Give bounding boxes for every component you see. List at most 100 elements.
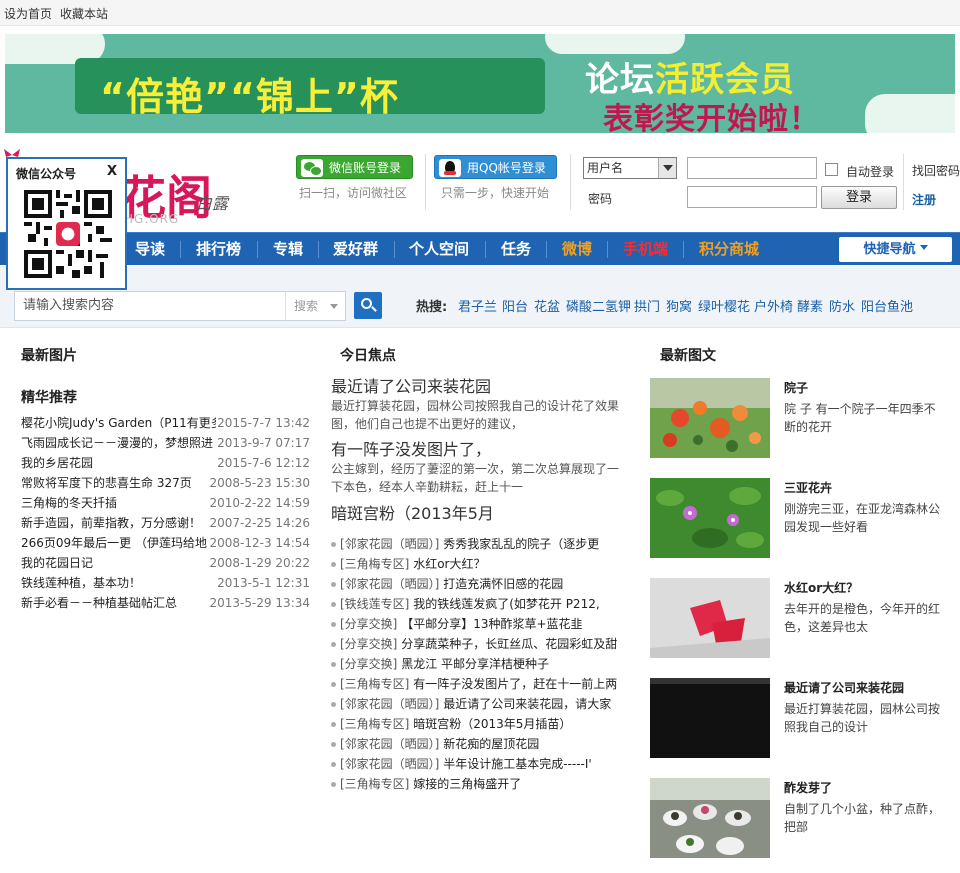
thread-row-content[interactable]: [分享交换] 【平邮分享】13种酢浆草+蓝花韭 [340,615,583,633]
hot-search-item[interactable]: 防水 [829,296,855,315]
thread-row-content[interactable]: [分享交换] 黑龙江 平邮分享洋桔梗种子 [340,655,549,673]
thread-title[interactable]: 黑龙江 平邮分享洋桔梗种子 [401,657,549,671]
post-title[interactable]: 三亚花卉 [784,479,832,496]
featured-title-link[interactable]: 我的花园日记 [21,554,216,572]
featured-title-link[interactable]: 飞雨园成长记－－漫漫的，梦想照进 [21,434,216,452]
hot-search-item[interactable]: 酵素 [797,296,823,315]
featured-title-link[interactable]: 樱花小院Judy's Garden（P11有更多 [21,414,216,432]
focus-headline[interactable]: 暗斑宫粉（2013年5月 [331,500,494,524]
thread-row-content[interactable]: [邻家花园（晒园）] 秀秀我家乱乱的院子（逐步更 [340,535,599,553]
thread-row[interactable]: [邻家花园（晒园）] 秀秀我家乱乱的院子（逐步更 [331,535,618,553]
featured-row[interactable]: 我的花园日记 2008-1-29 20:22 [21,554,310,572]
search-button[interactable] [354,292,382,319]
thread-row[interactable]: [邻家花园（晒园）] 最近请了公司来装花园，请大家 [331,695,618,713]
thread-category[interactable]: [邻家花园（晒园）] [340,537,439,551]
thread-category[interactable]: [三角梅专区] [340,677,409,691]
hot-search-item[interactable]: 磷酸二氢钾 [566,296,631,315]
site-logo[interactable]: 花阁 白露 HG.ORG [120,160,250,230]
nav-item-mobile[interactable]: 手机端 [623,233,668,266]
thread-title[interactable]: 有一阵子没发图片了，赶在十一前上两 [413,677,617,691]
thread-category[interactable]: [三角梅专区] [340,717,409,731]
thread-title[interactable]: 分享蔬菜种子，长豇丝瓜、花园彩虹及甜 [401,637,617,651]
nav-item-points-mall[interactable]: 积分商城 [699,233,759,266]
thread-row[interactable]: [三角梅专区] 水红or大红？ [331,555,618,573]
nav-item-weibo[interactable]: 微博 [562,233,592,266]
thread-category[interactable]: [邻家花园（晒园）] [340,577,439,591]
thread-category[interactable]: [铁线莲专区] [340,597,409,611]
thread-row-content[interactable]: [三角梅专区] 嫁接的三角梅盛开了 [340,775,521,793]
nav-item-tasks[interactable]: 任务 [501,233,531,266]
hot-search-item[interactable]: 狗窝 [666,296,692,315]
thread-row[interactable]: [三角梅专区] 嫁接的三角梅盛开了 [331,775,618,793]
auto-login-checkbox[interactable] [825,163,838,176]
post-title[interactable]: 院子 [784,379,808,396]
featured-row[interactable]: 我的乡居花园 2015-7-6 12:12 [21,454,310,472]
nav-item-albums[interactable]: 专辑 [273,233,303,266]
thread-title[interactable]: 我的铁线莲发疯了(如梦花开 P212, [413,597,599,611]
thread-category[interactable]: [分享交换] [340,657,397,671]
nav-item-groups[interactable]: 爱好群 [333,233,378,266]
thread-row-content[interactable]: [三角梅专区] 暗斑宫粉（2013年5月插苗） [340,715,571,733]
thread-title[interactable]: 打造充满怀旧感的花园 [443,577,563,591]
thread-title[interactable]: 暗斑宫粉（2013年5月插苗） [413,717,571,731]
focus-headline[interactable]: 最近请了公司来装花园 [331,373,491,397]
thread-row-content[interactable]: [铁线莲专区] 我的铁线莲发疯了(如梦花开 P212, [340,595,600,613]
hot-search-item[interactable]: 户外椅 [754,296,793,315]
thread-row-content[interactable]: [三角梅专区] 水红or大红？ [340,555,485,573]
post-thumbnail[interactable] [650,578,770,658]
hot-search-item[interactable]: 阳台鱼池 [861,296,913,315]
post-title[interactable]: 最近请了公司来装花园 [784,679,904,696]
featured-title-link[interactable]: 新手造园，前辈指教，万分感谢！ [21,514,216,532]
thread-row-content[interactable]: [分享交换] 分享蔬菜种子，长豇丝瓜、花园彩虹及甜 [340,635,617,653]
post-thumbnail[interactable] [650,378,770,458]
thread-row-content[interactable]: [邻家花园（晒园）] 半年设计施工基本完成-----I' [340,755,592,773]
featured-row[interactable]: 266页09年最后一更 （伊莲玛给地 2008-12-3 14:54 [21,534,310,552]
featured-row[interactable]: 新手必看－－种植基础帖汇总 2013-5-29 13:34 [21,594,310,612]
thread-category[interactable]: [邻家花园（晒园）] [340,737,439,751]
login-type-select[interactable]: 用户名 [583,157,677,179]
featured-title-link[interactable]: 我的乡居花园 [21,454,216,472]
hot-search-item[interactable]: 拱门 [634,296,660,315]
thread-category[interactable]: [三角梅专区] [340,777,409,791]
thread-row-content[interactable]: [邻家花园（晒园）] 最近请了公司来装花园，请大家 [340,695,611,713]
hot-search-item[interactable]: 花盆 [534,296,560,315]
featured-row[interactable]: 新手造园，前辈指教，万分感谢！ 2007-2-25 14:26 [21,514,310,532]
thread-row-content[interactable]: [邻家花园（晒园）] 打造充满怀旧感的花园 [340,575,563,593]
hot-search-item[interactable]: 君子兰 [458,296,497,315]
featured-title-link[interactable]: 新手必看－－种植基础帖汇总 [21,594,216,612]
search-scope-select[interactable]: 搜索 [285,291,346,321]
thread-row[interactable]: [三角梅专区] 有一阵子没发图片了，赶在十一前上两 [331,675,618,693]
thread-title[interactable]: 半年设计施工基本完成-----I' [443,757,592,771]
thread-category[interactable]: [邻家花园（晒园）] [340,697,439,711]
promo-banner[interactable]: “倍艳”“锦上”杯 论坛活跃会员 表彰奖开始啦！ [5,34,955,133]
thread-row[interactable]: [三角梅专区] 暗斑宫粉（2013年5月插苗） [331,715,618,733]
thread-category[interactable]: [邻家花园（晒园）] [340,757,439,771]
thread-title[interactable]: 新花痴的屋顶花园 [443,737,539,751]
featured-title-link[interactable]: 铁线莲种植，基本功！ [21,574,216,592]
register-link[interactable]: 注册 [912,191,936,208]
thread-row-content[interactable]: [邻家花园（晒园）] 新花痴的屋顶花园 [340,735,539,753]
login-button[interactable]: 登录 [821,186,897,209]
thread-row[interactable]: [邻家花园（晒园）] 新花痴的屋顶花园 [331,735,618,753]
username-field[interactable] [687,157,817,179]
thread-title[interactable]: 【平邮分享】13种酢浆草+蓝花韭 [401,617,582,631]
thread-row-content[interactable]: [三角梅专区] 有一阵子没发图片了，赶在十一前上两 [340,675,617,693]
post-title[interactable]: 酢发芽了 [784,779,832,796]
focus-headline[interactable]: 有一阵子没发图片了， [331,436,491,460]
thread-title[interactable]: 嫁接的三角梅盛开了 [413,777,521,791]
featured-row[interactable]: 樱花小院Judy's Garden（P11有更多 2015-7-7 13:42 [21,414,310,432]
featured-title-link[interactable]: 三角梅的冬天扦插 [21,494,216,512]
nav-item-ranking[interactable]: 排行榜 [196,233,241,266]
thread-row[interactable]: [铁线莲专区] 我的铁线莲发疯了(如梦花开 P212, [331,595,618,613]
wechat-login-button[interactable]: 微信账号登录 [296,155,413,179]
post-thumbnail[interactable] [650,678,770,758]
thread-row[interactable]: [分享交换] 【平邮分享】13种酢浆草+蓝花韭 [331,615,618,633]
forgot-password-link[interactable]: 找回密码 [912,162,960,179]
bookmark-link[interactable]: 收藏本站 [60,5,108,22]
hot-search-item[interactable]: 阳台 [502,296,528,315]
thread-title[interactable]: 秀秀我家乱乱的院子（逐步更 [443,537,599,551]
thread-row[interactable]: [邻家花园（晒园）] 打造充满怀旧感的花园 [331,575,618,593]
thread-category[interactable]: [分享交换] [340,617,397,631]
featured-row[interactable]: 飞雨园成长记－－漫漫的，梦想照进 2013-9-7 07:17 [21,434,310,452]
thread-row[interactable]: [分享交换] 分享蔬菜种子，长豇丝瓜、花园彩虹及甜 [331,635,618,653]
